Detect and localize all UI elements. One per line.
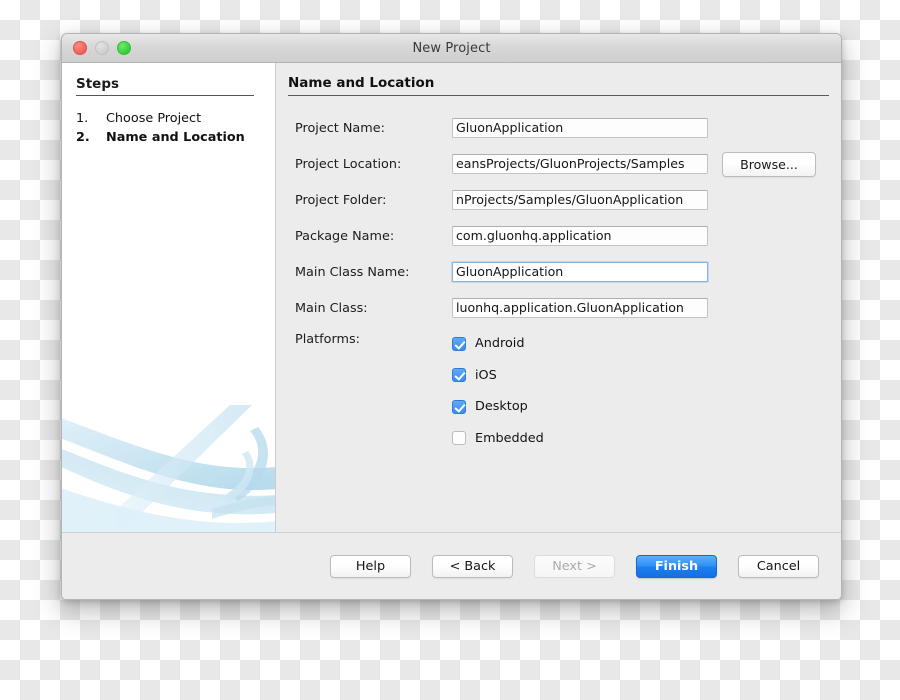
checkbox-desktop-icon[interactable] <box>452 399 466 414</box>
window-title: New Project <box>412 40 491 56</box>
page-title: Name and Location <box>288 75 829 96</box>
checkbox-row-embedded[interactable]: Embedded <box>452 423 544 455</box>
project-location-input[interactable]: eansProjects/GluonProjects/Samples <box>452 154 708 174</box>
project-name-label: Project Name: <box>295 120 385 136</box>
step-number: 1. <box>76 111 89 126</box>
checkbox-row-ios[interactable]: iOS <box>452 360 544 392</box>
checkbox-embedded-icon[interactable] <box>452 431 466 446</box>
checkbox-row-desktop[interactable]: Desktop <box>452 391 544 423</box>
platforms-label: Platforms: <box>295 332 360 347</box>
name-and-location-panel: Name and Location Project Name: GluonApp… <box>276 63 841 532</box>
window-traffic-lights <box>73 41 131 55</box>
form-row-project-folder: Project Folder: nProjects/Samples/GluonA… <box>295 182 841 218</box>
main-class-name-input[interactable]: GluonApplication <box>452 262 708 282</box>
close-button-icon[interactable] <box>73 41 87 55</box>
browse-button[interactable]: Browse... <box>722 151 816 177</box>
checkbox-android-icon[interactable] <box>452 336 466 351</box>
main-class-name-label: Main Class Name: <box>295 264 410 280</box>
dialog-button-bar: Help < Back Next > Finish Cancel <box>62 532 841 599</box>
checkbox-ios-icon[interactable] <box>452 368 466 383</box>
form-row-package-name: Package Name: com.gluonhq.application <box>295 218 841 254</box>
step-number: 2. <box>76 130 90 145</box>
main-class-input[interactable]: luonhq.application.GluonApplication <box>452 298 708 318</box>
step-item-choose-project[interactable]: 1. Choose Project <box>62 109 275 128</box>
wizard-body: Steps 1. Choose Project 2. Name and Loca… <box>62 63 841 532</box>
form-row-project-location: Project Location: eansProjects/GluonProj… <box>295 146 841 182</box>
step-label: Choose Project <box>106 111 202 126</box>
checkbox-ios-label: iOS <box>475 367 497 383</box>
wizard-decoration-image <box>62 397 275 532</box>
package-name-label: Package Name: <box>295 228 395 244</box>
new-project-dialog-window: New Project Steps 1. Choose Project 2. N… <box>61 33 842 600</box>
checkbox-embedded-label: Embedded <box>475 430 544 446</box>
checkbox-desktop-label: Desktop <box>475 399 528 415</box>
form-row-main-class-name: Main Class Name: GluonApplication <box>295 254 841 290</box>
step-item-name-and-location[interactable]: 2. Name and Location <box>62 128 275 147</box>
package-name-input[interactable]: com.gluonhq.application <box>452 226 708 246</box>
project-folder-label: Project Folder: <box>295 192 387 208</box>
steps-heading: Steps <box>76 76 254 96</box>
steps-list: 1. Choose Project 2. Name and Location <box>62 109 275 147</box>
next-button: Next > <box>534 554 615 578</box>
project-location-label: Project Location: <box>295 156 402 172</box>
project-name-input[interactable]: GluonApplication <box>452 118 708 138</box>
checkbox-row-android[interactable]: Android <box>452 328 544 360</box>
form-row-project-name: Project Name: GluonApplication <box>295 110 841 146</box>
step-label: Name and Location <box>106 130 245 145</box>
checkbox-android-label: Android <box>475 336 525 352</box>
minimize-button-icon[interactable] <box>95 41 109 55</box>
project-form: Project Name: GluonApplication Project L… <box>276 110 841 454</box>
main-class-label: Main Class: <box>295 300 368 316</box>
cancel-button[interactable]: Cancel <box>738 554 819 578</box>
platforms-checkbox-group: Android iOS Desktop Embedded <box>452 328 544 454</box>
back-button[interactable]: < Back <box>432 554 513 578</box>
steps-sidebar: Steps 1. Choose Project 2. Name and Loca… <box>62 63 276 532</box>
zoom-button-icon[interactable] <box>117 41 131 55</box>
project-folder-input[interactable]: nProjects/Samples/GluonApplication <box>452 190 708 210</box>
form-row-main-class: Main Class: luonhq.application.GluonAppl… <box>295 290 841 326</box>
finish-button[interactable]: Finish <box>636 554 717 578</box>
form-row-platforms: Platforms: Android iOS Desktop Embedded <box>295 328 841 454</box>
window-titlebar[interactable]: New Project <box>62 34 841 63</box>
help-button[interactable]: Help <box>330 554 411 578</box>
